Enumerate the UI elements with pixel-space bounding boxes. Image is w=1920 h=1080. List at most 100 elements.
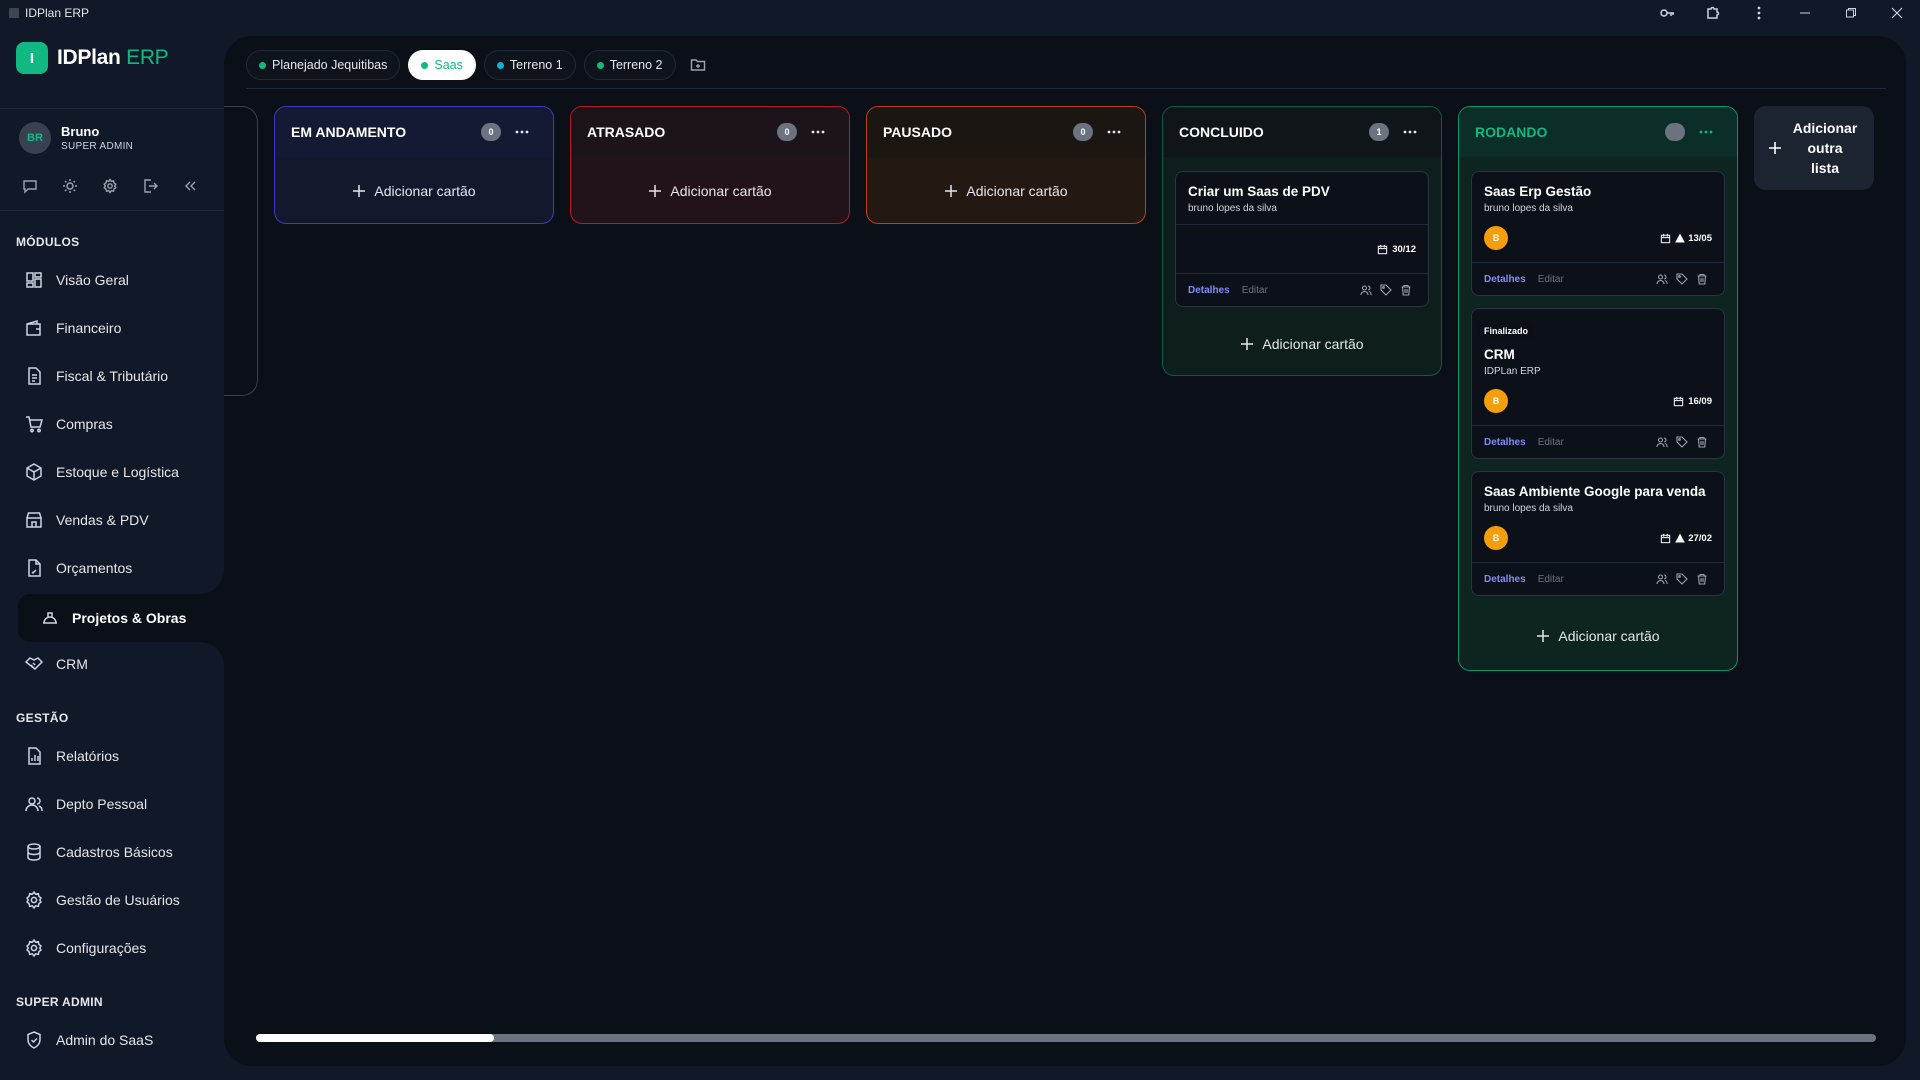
tab-label: Terreno 2 (609, 58, 663, 72)
sidebar-item-label: Vendas & PDV (56, 512, 149, 528)
add-list-button[interactable]: Adicionar outra lista (1754, 106, 1874, 190)
sidebar-item-label: Admin do SaaS (56, 1032, 154, 1048)
add-card-button[interactable]: Adicionar cartão (583, 169, 837, 213)
sidebar-item-estoque[interactable]: Estoque e Logística (16, 452, 206, 492)
sidebar-item-gestao-usuarios[interactable]: Gestão de Usuários (16, 880, 206, 920)
more-horizontal-icon[interactable] (803, 125, 833, 139)
logout-icon[interactable] (142, 176, 182, 196)
sidebar-item-projetos[interactable]: Projetos & Obras (18, 594, 224, 642)
members-icon[interactable] (1652, 436, 1672, 448)
card-title: Saas Ambiente Google para venda (1484, 484, 1706, 499)
tab-saas[interactable]: Saas (408, 50, 476, 80)
plus-icon (648, 184, 662, 198)
more-vertical-icon[interactable] (1736, 0, 1782, 26)
divider (0, 210, 224, 211)
add-card-label: Adicionar cartão (670, 183, 772, 199)
task-card[interactable]: Finalizado CRM IDPLan ERP B 16/09 Detalh… (1471, 308, 1725, 459)
add-card-button[interactable]: Adicionar cartão (1471, 608, 1725, 664)
add-card-button[interactable]: Adicionar cartão (287, 169, 541, 213)
column-header: PAUSADO 0 (867, 107, 1145, 157)
sidebar-item-financeiro[interactable]: Financeiro (16, 308, 206, 348)
tag-icon[interactable] (1672, 436, 1692, 448)
add-card-label: Adicionar cartão (1558, 628, 1660, 644)
more-horizontal-icon[interactable] (1099, 125, 1129, 139)
edit-link[interactable]: Editar (1538, 574, 1564, 585)
members-icon[interactable] (1356, 284, 1376, 296)
details-link[interactable]: Detalhes (1188, 285, 1230, 296)
logo[interactable]: I IDPlan ERP (16, 42, 169, 74)
calendar-icon (1660, 233, 1671, 244)
more-horizontal-icon[interactable] (507, 125, 537, 139)
tab-planejado-jequitibas[interactable]: Planejado Jequitibas (246, 50, 401, 80)
tag-icon[interactable] (1672, 573, 1692, 585)
sun-icon[interactable] (62, 176, 102, 196)
sidebar-item-relatorios[interactable]: Relatórios (16, 736, 206, 776)
task-card[interactable]: Saas Erp Gestão bruno lopes da silva B 1… (1471, 171, 1725, 296)
details-link[interactable]: Detalhes (1484, 274, 1526, 285)
due-date: 13/05 (1660, 233, 1712, 244)
logo-text: IDPlan ERP (57, 46, 169, 70)
sidebar: I IDPlan ERP BR Bruno SUPER ADMIN MÓDULO… (0, 26, 224, 1080)
restore-button[interactable] (1828, 0, 1874, 26)
edit-link[interactable]: Editar (1242, 285, 1268, 296)
tab-terreno-1[interactable]: Terreno 1 (483, 50, 576, 80)
close-button[interactable] (1874, 0, 1920, 26)
sidebar-item-crm[interactable]: CRM (16, 644, 206, 684)
sidebar-item-label: Fiscal & Tributário (56, 368, 169, 384)
sidebar-item-visao-geral[interactable]: Visão Geral (16, 260, 206, 300)
add-card-button[interactable]: Adicionar cartão (879, 169, 1133, 213)
collapse-sidebar-icon[interactable] (182, 176, 222, 196)
add-folder-icon[interactable] (684, 51, 712, 79)
sidebar-item-admin-saas[interactable]: Admin do SaaS (16, 1020, 206, 1060)
edit-link[interactable]: Editar (1538, 274, 1564, 285)
add-card-label: Adicionar cartão (1262, 336, 1364, 352)
column-pausado: PAUSADO 0 Adicionar cartão (866, 106, 1146, 224)
tag-icon[interactable] (1376, 284, 1396, 296)
message-icon[interactable] (22, 176, 62, 196)
column-atrasado: ATRASADO 0 Adicionar cartão (570, 106, 850, 224)
user-profile[interactable]: BR Bruno SUPER ADMIN (19, 122, 133, 154)
section-title-modulos: MÓDULOS (16, 235, 80, 249)
edit-link[interactable]: Editar (1538, 437, 1564, 448)
sidebar-item-configuracoes[interactable]: Configurações (16, 928, 206, 968)
details-link[interactable]: Detalhes (1484, 574, 1526, 585)
dashboard-icon (24, 270, 44, 290)
more-horizontal-icon[interactable] (1691, 125, 1721, 139)
key-icon[interactable] (1644, 0, 1690, 26)
sidebar-item-cadastros[interactable]: Cadastros Básicos (16, 832, 206, 872)
trash-icon[interactable] (1692, 573, 1712, 585)
column-title: EM ANDAMENTO (291, 124, 407, 140)
scrollbar-thumb[interactable] (256, 1034, 494, 1042)
members-icon[interactable] (1652, 573, 1672, 585)
tab-label: Saas (434, 58, 463, 72)
sidebar-item-label: Orçamentos (56, 560, 133, 576)
document-icon (24, 558, 44, 578)
calendar-icon (1660, 533, 1671, 544)
minimize-button[interactable] (1782, 0, 1828, 26)
sidebar-item-compras[interactable]: Compras (16, 404, 206, 444)
trash-icon[interactable] (1692, 436, 1712, 448)
card-title: Criar um Saas de PDV (1188, 184, 1330, 199)
tag-icon[interactable] (1672, 273, 1692, 285)
sidebar-item-orcamentos[interactable]: Orçamentos (16, 548, 206, 588)
sidebar-item-fiscal[interactable]: Fiscal & Tributário (16, 356, 206, 396)
active-item-curve (200, 570, 224, 594)
card-count-badge: 0 (1073, 123, 1093, 141)
sidebar-item-depto-pessoal[interactable]: Depto Pessoal (16, 784, 206, 824)
horizontal-scrollbar[interactable] (256, 1034, 1876, 1042)
tab-terreno-2[interactable]: Terreno 2 (583, 50, 676, 80)
more-horizontal-icon[interactable] (1395, 125, 1425, 139)
add-card-button[interactable]: Adicionar cartão (1175, 319, 1429, 369)
window-title: IDPlan ERP (25, 6, 90, 20)
trash-icon[interactable] (1396, 284, 1416, 296)
sidebar-item-vendas[interactable]: Vendas & PDV (16, 500, 206, 540)
trash-icon[interactable] (1692, 273, 1712, 285)
members-icon[interactable] (1652, 273, 1672, 285)
task-card[interactable]: Criar um Saas de PDV bruno lopes da silv… (1175, 171, 1429, 307)
warning-icon (1675, 533, 1686, 543)
details-link[interactable]: Detalhes (1484, 437, 1526, 448)
tab-dot (596, 61, 604, 69)
extensions-icon[interactable] (1690, 0, 1736, 26)
task-card[interactable]: Saas Ambiente Google para venda bruno lo… (1471, 471, 1725, 596)
settings-icon[interactable] (102, 176, 142, 196)
